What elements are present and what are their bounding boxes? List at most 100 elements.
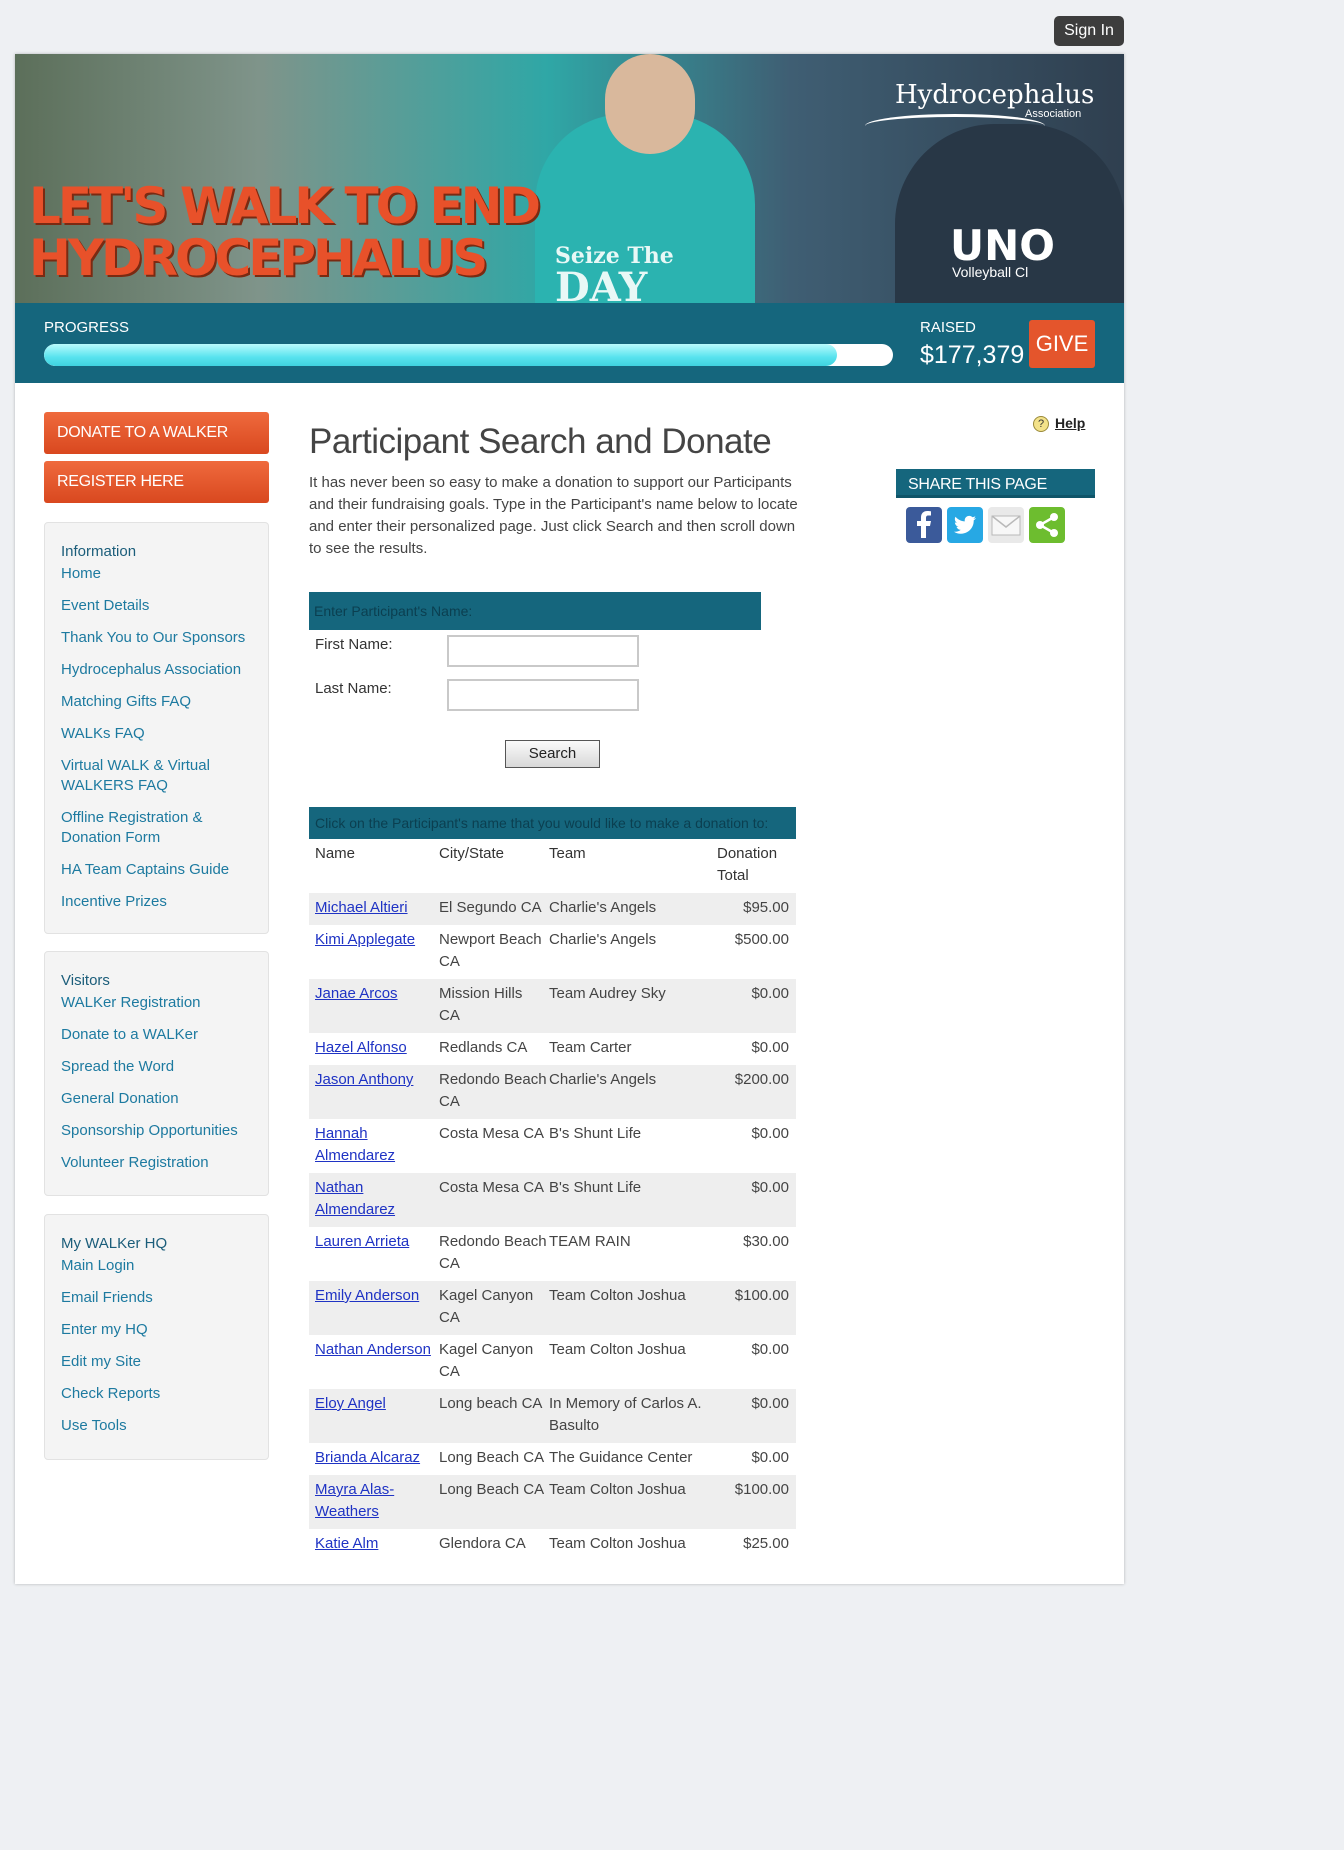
participant-name-link[interactable]: Lauren Arrieta (315, 1231, 433, 1253)
participant-donation-total: $0.00 (751, 1125, 789, 1142)
first-name-label: First Name: (315, 636, 393, 653)
banner-shirt-text: Seize The DAY (555, 244, 674, 303)
form-header: Enter Participant's Name: (309, 592, 761, 630)
participant-team: Team Colton Joshua (549, 1287, 686, 1304)
nav-edit-my-site[interactable]: Edit my Site (61, 1352, 268, 1372)
last-name-input[interactable] (447, 679, 639, 711)
page-title: Participant Search and Donate (309, 422, 772, 461)
participant-donation-total: $0.00 (751, 1179, 789, 1196)
participant-donation-total: $200.00 (734, 1071, 789, 1088)
participant-donation-total: $0.00 (751, 1341, 789, 1358)
nav-team-captains-guide[interactable]: HA Team Captains Guide (61, 860, 268, 880)
nav-enter-my-hq[interactable]: Enter my HQ (61, 1320, 268, 1340)
nav-thank-you-sponsors[interactable]: Thank You to Our Sponsors (61, 628, 268, 648)
help-icon: ? (1033, 416, 1049, 432)
brand-logo-sub: Association (1025, 108, 1082, 120)
table-row: Hazel Alfonso Redlands CA Team Carter $0.00 (309, 1033, 796, 1065)
participant-donation-total: $30.00 (743, 1233, 789, 1250)
participant-name-link[interactable]: Emily Anderson (315, 1285, 433, 1307)
participant-donation-total: $0.00 (751, 1449, 789, 1466)
twitter-icon[interactable] (947, 507, 983, 543)
nav-check-reports[interactable]: Check Reports (61, 1384, 268, 1404)
donate-to-walker-button[interactable]: DONATE TO A WALKER (44, 412, 269, 454)
nav-home[interactable]: Home (61, 564, 268, 584)
hero-banner: Seize The DAY UNO Volleyball Cl LET'S WA… (15, 54, 1124, 303)
participant-name-link[interactable]: Kimi Applegate (315, 929, 433, 951)
participant-city-state: Kagel Canyon CA (439, 1341, 534, 1380)
participant-city-state: Costa Mesa CA (439, 1179, 545, 1196)
progress-section: PROGRESS RAISED $177,379 GIVE (15, 303, 1124, 383)
participant-city-state: Costa Mesa CA (439, 1125, 545, 1142)
nav-general-donation[interactable]: General Donation (61, 1089, 268, 1109)
participant-team: Team Colton Joshua (549, 1481, 686, 1498)
table-row: Mayra Alas-Weathers Long Beach CA Team Col… (309, 1475, 796, 1529)
participant-donation-total: $0.00 (751, 985, 789, 1002)
participant-name-link[interactable]: Michael Altieri (315, 897, 433, 919)
nav-email-friends[interactable]: Email Friends (61, 1288, 268, 1308)
table-row: Janae Arcos Mission Hills CA Team Audrey S… (309, 979, 796, 1033)
participant-donation-total: $95.00 (743, 899, 789, 916)
progress-track (44, 344, 893, 366)
participant-city-state: Redondo Beach CA (439, 1233, 547, 1272)
participant-name-link[interactable]: Mayra Alas-Weathers (315, 1479, 433, 1523)
participant-donation-total: $100.00 (734, 1481, 789, 1498)
participant-city-state: Kagel Canyon CA (439, 1287, 534, 1326)
participant-name-link[interactable]: Katie Alm (315, 1533, 433, 1555)
table-row: Emily Anderson Kagel Canyon CA Team Colton… (309, 1281, 796, 1335)
raised-label: RAISED (920, 319, 976, 336)
participant-donation-total: $0.00 (751, 1395, 789, 1412)
nav-hydrocephalus-association[interactable]: Hydrocephalus Association (61, 660, 268, 680)
nav-sponsorship-opportunities[interactable]: Sponsorship Opportunities (61, 1121, 268, 1141)
banner-hoodie-text: UNO (950, 221, 1055, 270)
nav-event-details[interactable]: Event Details (61, 596, 268, 616)
participant-city-state: Long Beach CA (439, 1481, 545, 1498)
participant-name-link[interactable]: Brianda Alcaraz (315, 1447, 433, 1469)
nav-spread-the-word[interactable]: Spread the Word (61, 1057, 268, 1077)
participant-donation-total: $25.00 (743, 1535, 789, 1552)
participant-name-link[interactable]: Eloy Angel (315, 1393, 433, 1415)
participant-team: Team Audrey Sky (549, 985, 666, 1002)
nav-virtual-walk-faq[interactable]: Virtual WALK & Virtual WALKERS FAQ (61, 756, 251, 796)
email-icon[interactable] (988, 507, 1024, 543)
participant-team: Team Carter (549, 1039, 632, 1056)
raised-amount: $177,379 (920, 341, 1025, 369)
participant-name-link[interactable]: Jason Anthony (315, 1069, 433, 1091)
participant-name-link[interactable]: Nathan Almendarez (315, 1177, 433, 1221)
table-row: Kimi Applegate Newport Beach CA Charlie's … (309, 925, 796, 979)
nav-matching-gifts-faq[interactable]: Matching Gifts FAQ (61, 692, 268, 712)
nav-volunteer-registration[interactable]: Volunteer Registration (61, 1153, 268, 1173)
nav-offline-registration[interactable]: Offline Registration & Donation Form (61, 808, 251, 848)
share-icon[interactable] (1029, 507, 1065, 543)
nav-incentive-prizes[interactable]: Incentive Prizes (61, 892, 268, 912)
participant-donation-total: $100.00 (734, 1287, 789, 1304)
banner-shirt-line-2: DAY (555, 264, 648, 304)
participant-team: Charlie's Angels (549, 1071, 657, 1088)
nav-donate-to-walker[interactable]: Donate to a WALKer (61, 1025, 268, 1045)
participant-name-link[interactable]: Hazel Alfonso (315, 1037, 433, 1059)
register-here-button[interactable]: REGISTER HERE (44, 461, 269, 503)
nav-walks-faq[interactable]: WALKs FAQ (61, 724, 268, 744)
participant-name-link[interactable]: Janae Arcos (315, 983, 433, 1005)
table-row: Nathan Anderson Kagel Canyon CA Team Colto… (309, 1335, 796, 1389)
search-button[interactable]: Search (505, 740, 600, 768)
participant-city-state: Newport Beach CA (439, 931, 542, 970)
participant-city-state: Long Beach CA (439, 1449, 545, 1466)
participant-team: The Guidance Center (549, 1449, 693, 1466)
table-row: Eloy Angel Long beach CA In Memory of Carl… (309, 1389, 796, 1443)
participant-name-link[interactable]: Nathan Anderson (315, 1339, 433, 1361)
sign-in-button[interactable]: Sign In (1054, 16, 1124, 46)
first-name-input[interactable] (447, 635, 639, 667)
give-button[interactable]: GIVE (1029, 320, 1095, 368)
participant-donation-total: $500.00 (734, 931, 789, 948)
participant-team: Charlie's Angels (549, 931, 657, 948)
participant-city-state: Long beach CA (439, 1395, 543, 1412)
nav-main-login[interactable]: Main Login (61, 1256, 268, 1276)
nav-use-tools[interactable]: Use Tools (61, 1416, 268, 1436)
help-link[interactable]: Help (1055, 415, 1085, 431)
table-row: Hannah Almendarez Costa Mesa CA B's Shunt … (309, 1119, 796, 1173)
nav-walker-registration[interactable]: WALKer Registration (61, 993, 268, 1013)
participant-name-link[interactable]: Hannah Almendarez (315, 1123, 433, 1167)
facebook-icon[interactable] (906, 507, 942, 543)
participant-team: B's Shunt Life (549, 1179, 642, 1196)
participant-city-state: Redlands CA (439, 1039, 528, 1056)
